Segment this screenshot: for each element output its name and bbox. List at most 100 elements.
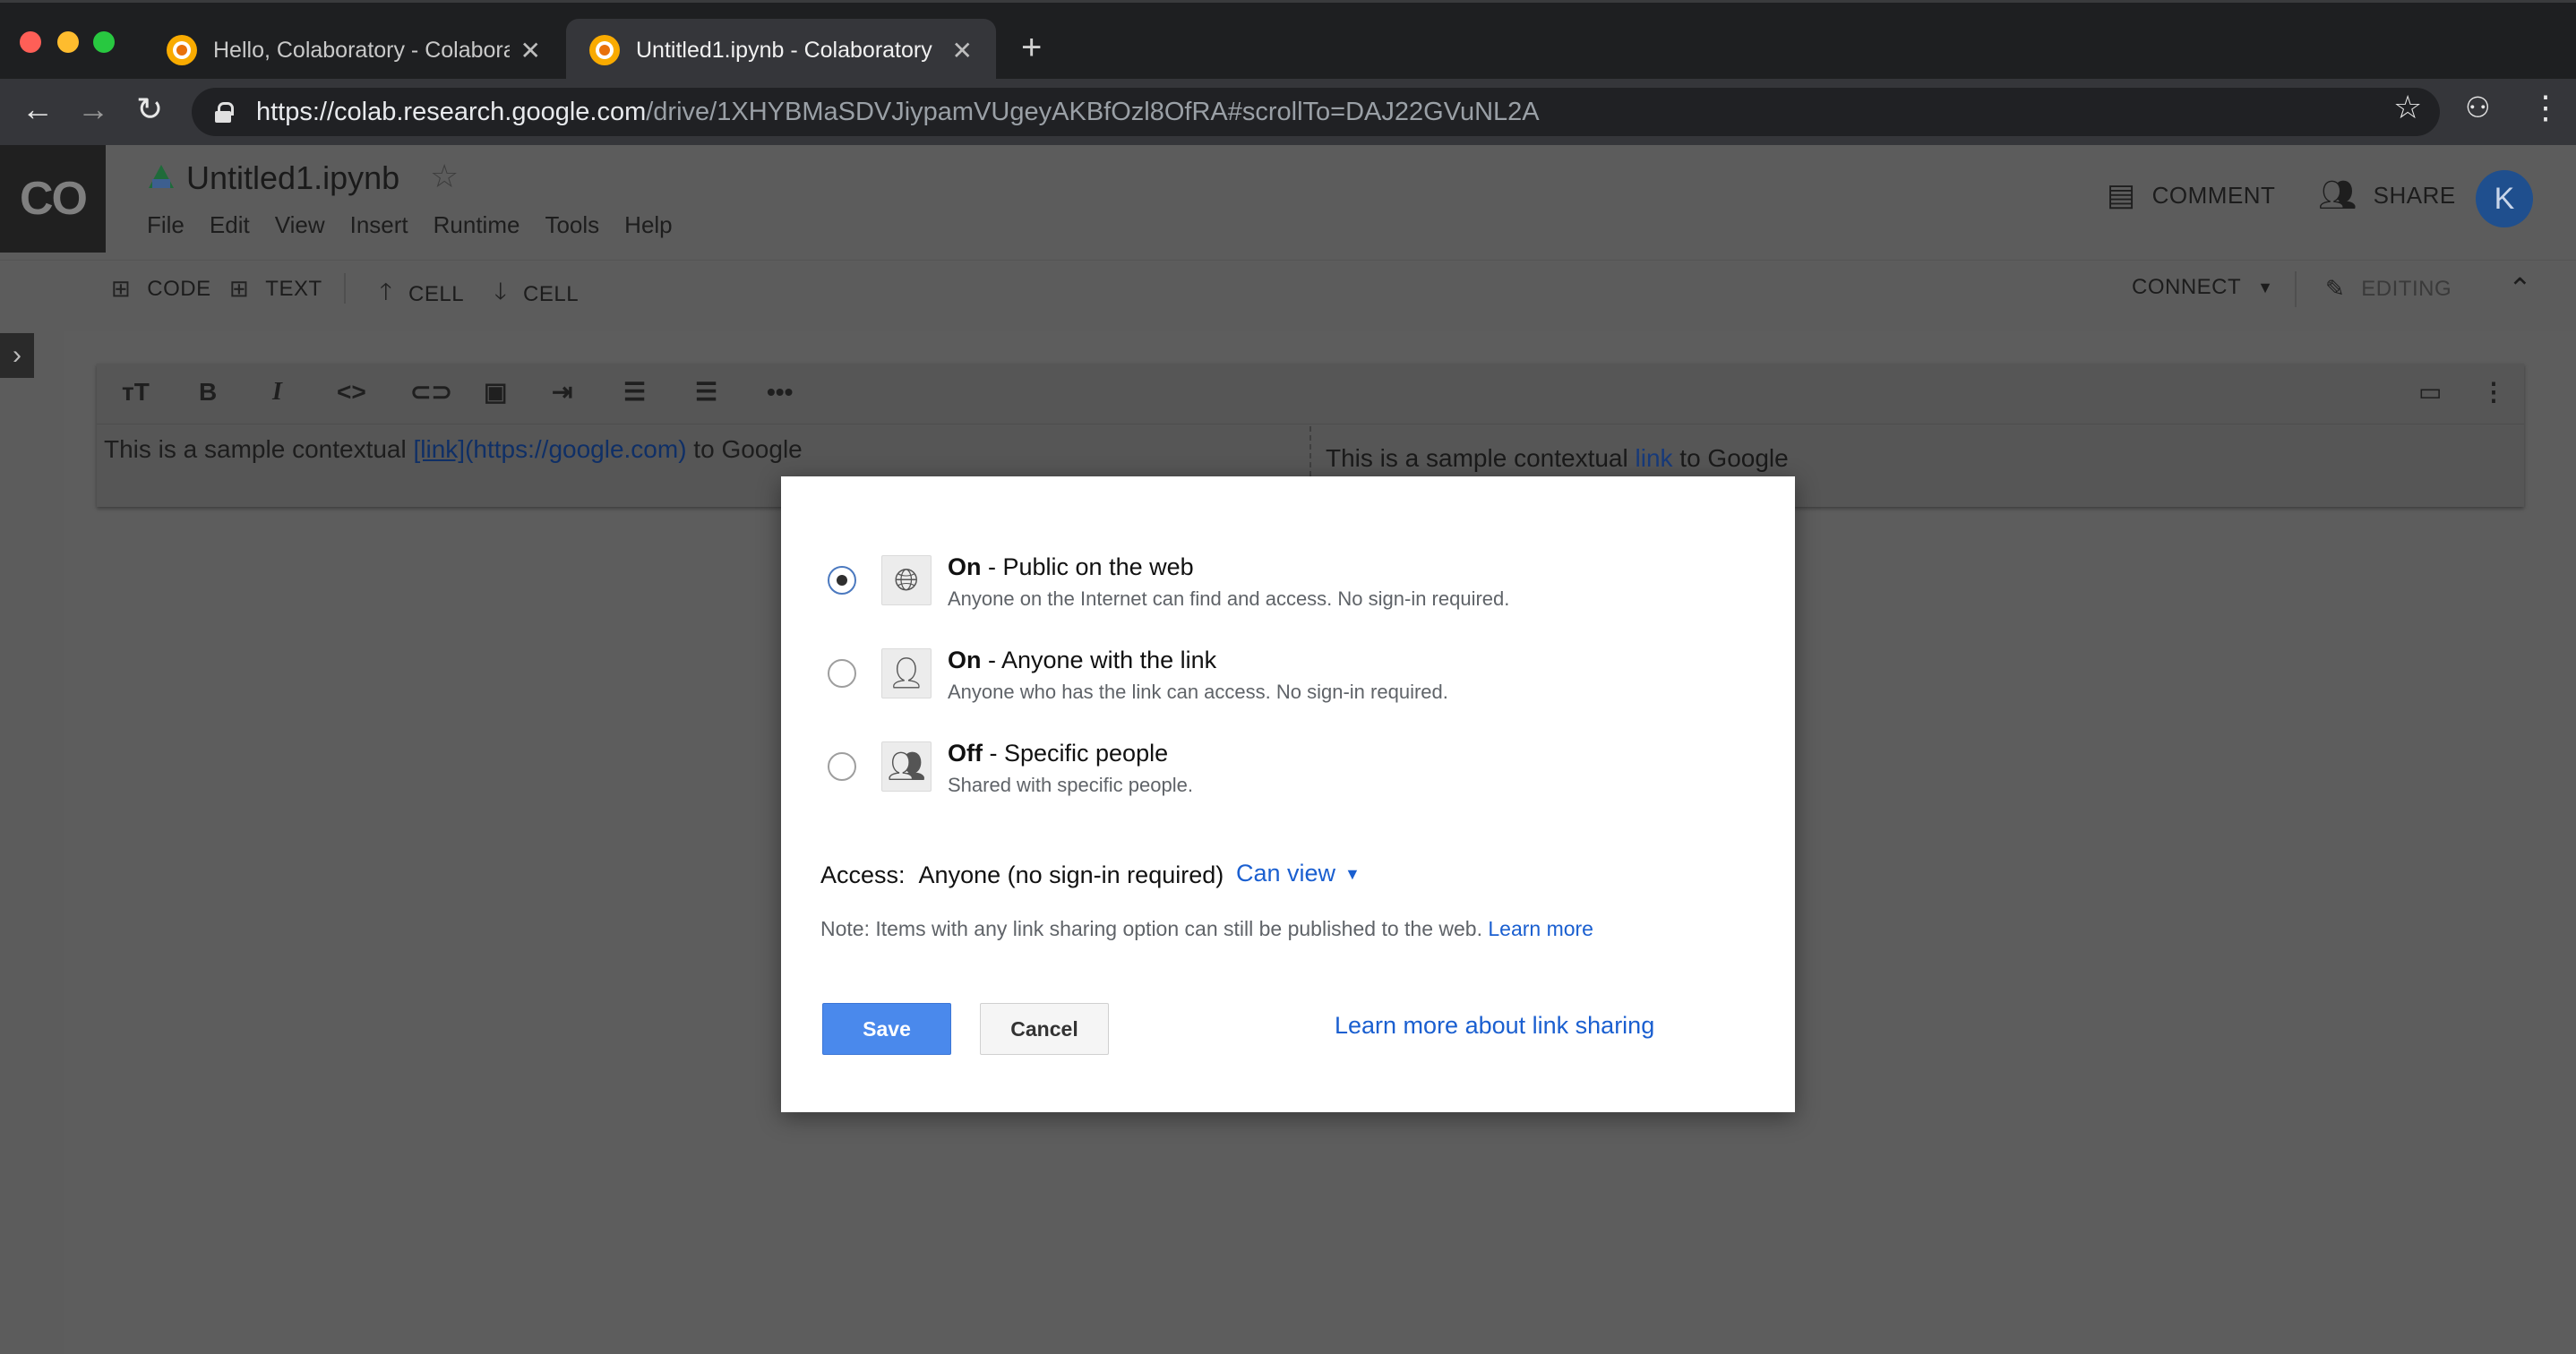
menu-insert[interactable]: Insert [350, 211, 408, 239]
editing-label: EDITING [2361, 276, 2452, 301]
person-link-icon: 👤︎ [881, 648, 932, 698]
move-cell-down-button[interactable]: 🡓 CELL [494, 275, 579, 314]
address-bar: ← → ↻ https://colab.research.google.com/… [0, 79, 2576, 145]
access-row: Access: Anyone (no sign-in required) [820, 861, 1224, 889]
arrow-down-icon: 🡓 [494, 278, 508, 304]
sidebar-toggle-chevron-icon[interactable]: › [0, 333, 34, 378]
text-size-icon[interactable]: тТ [122, 380, 150, 405]
image-icon[interactable]: ▣ [484, 380, 507, 405]
connect-label: CONNECT [2132, 275, 2242, 299]
toolbar-divider [344, 273, 346, 304]
add-box-icon: ⊞ [229, 275, 250, 302]
share-label: SHARE [2373, 181, 2456, 209]
forward-arrow-icon[interactable]: → [77, 93, 109, 125]
cell-up-label: CELL [408, 282, 465, 306]
lock-icon[interactable] [215, 102, 234, 123]
chevron-down-icon: ▼ [2257, 278, 2274, 296]
text-label: TEXT [265, 276, 322, 301]
option-specific-people[interactable]: 👥︎ Off - Specific people Shared with spe… [781, 733, 1795, 813]
move-cell-up-button[interactable]: 🡑 CELL [380, 275, 464, 314]
comment-label: COMMENT [2151, 181, 2276, 209]
option-description: Shared with specific people. [948, 774, 1193, 796]
menu-help[interactable]: Help [624, 211, 672, 239]
minimize-window-button[interactable] [57, 31, 79, 53]
menu-tools[interactable]: Tools [545, 211, 599, 239]
browser-tab-bar: Hello, Colaboratory - Colabora ✕ Untitle… [0, 0, 2576, 81]
share-button[interactable]: 👥︎ SHARE [2318, 177, 2456, 213]
learn-more-link-sharing[interactable]: Learn more about link sharing [1335, 1012, 1654, 1040]
bulleted-list-icon[interactable]: ☰ [695, 380, 717, 405]
permission-dropdown[interactable]: Can view ▼ [1236, 860, 1361, 887]
preview-link[interactable]: link [1636, 444, 1673, 472]
option-title: Off - Specific people [948, 740, 1169, 767]
notebook-title[interactable]: Untitled1.ipynb [186, 159, 399, 197]
cell-down-label: CELL [523, 282, 580, 306]
reload-icon[interactable]: ↻ [136, 93, 163, 125]
numbered-list-icon[interactable]: ☰ [623, 380, 646, 405]
bookmark-star-icon[interactable]: ☆ [2393, 91, 2422, 124]
url-text: https://colab.research.google.com/drive/… [256, 97, 1540, 126]
add-code-button[interactable]: ⊞ CODE [111, 275, 211, 303]
caret-down-icon: ▼ [1344, 865, 1361, 884]
people-icon: 👥︎ [881, 741, 932, 792]
toolbar-divider [2295, 271, 2297, 307]
link-sharing-dialog: 🌐︎ On - Public on the web Anyone on the … [781, 476, 1795, 1112]
markdown-preview: This is a sample contextual link to Goog… [1326, 444, 1789, 472]
menu-bar: File Edit View Insert Runtime Tools Help [147, 211, 698, 239]
option-title: On - Anyone with the link [948, 647, 1217, 673]
avatar[interactable]: K [2476, 170, 2533, 227]
horizontal-rule-icon[interactable]: ••• [767, 380, 793, 405]
menu-file[interactable]: File [147, 211, 185, 239]
link-icon[interactable]: ⊂⊃ [410, 380, 452, 405]
option-anyone-with-link[interactable]: 👤︎ On - Anyone with the link Anyone who … [781, 639, 1795, 720]
option-public-on-web[interactable]: 🌐︎ On - Public on the web Anyone on the … [781, 546, 1795, 627]
bold-icon[interactable]: B [199, 380, 217, 405]
close-tab-icon[interactable]: ✕ [952, 36, 973, 65]
cancel-button[interactable]: Cancel [980, 1003, 1109, 1055]
close-tab-icon[interactable]: ✕ [520, 36, 541, 65]
publish-note: Note: Items with any link sharing option… [820, 917, 1593, 940]
toggle-preview-icon[interactable]: ▭ [2418, 380, 2442, 405]
learn-more-link[interactable]: Learn more [1488, 917, 1593, 940]
browser-menu-icon[interactable]: ⋮ [2529, 91, 2562, 124]
radio-specific-people[interactable] [828, 752, 856, 781]
radio-public-on-web[interactable] [828, 566, 856, 595]
close-window-button[interactable] [20, 31, 41, 53]
editing-mode-button[interactable]: ✎ EDITING [2325, 275, 2451, 303]
menu-runtime[interactable]: Runtime [434, 211, 520, 239]
comment-button[interactable]: ▤ COMMENT [2107, 177, 2275, 213]
access-label: Access: [820, 861, 906, 888]
code-icon[interactable]: <> [337, 380, 366, 405]
star-icon[interactable]: ☆ [430, 158, 459, 195]
colab-logo[interactable]: CO [0, 145, 106, 253]
plus-icon[interactable]: + [1021, 30, 1042, 65]
option-title: On - Public on the web [948, 553, 1194, 580]
url-field[interactable]: https://colab.research.google.com/drive/… [192, 88, 2440, 136]
save-button[interactable]: Save [822, 1003, 951, 1055]
connect-button[interactable]: CONNECT ▼ [2132, 275, 2274, 300]
radio-anyone-with-link[interactable] [828, 659, 856, 688]
arrow-up-icon: 🡑 [380, 278, 393, 304]
italic-icon[interactable]: I [272, 380, 282, 405]
tab-title: Untitled1.ipynb - Colaboratory [636, 37, 932, 63]
cell-more-icon[interactable]: ⋮ [2481, 380, 2506, 405]
browser-tab-untitled1[interactable]: Untitled1.ipynb - Colaboratory ✕ [566, 19, 996, 81]
pencil-icon: ✎ [2325, 275, 2346, 302]
notebook-toolbar: ⊞ CODE ⊞ TEXT 🡑 CELL 🡓 CELL CONNECT ▼ ✎ … [0, 260, 2576, 315]
back-arrow-icon[interactable]: ← [21, 93, 54, 125]
google-drive-icon [149, 165, 174, 188]
maximize-window-button[interactable] [93, 31, 115, 53]
extension-icon[interactable]: ⚇ [2465, 93, 2491, 122]
option-description: Anyone who has the link can access. No s… [948, 681, 1448, 703]
browser-tab-hello-colab[interactable]: Hello, Colaboratory - Colabora ✕ [143, 19, 564, 81]
colab-favicon-icon [589, 35, 620, 65]
chevron-up-icon[interactable]: ⌃ [2508, 271, 2532, 305]
markdown-editor[interactable]: This is a sample contextual [link](https… [104, 435, 803, 464]
menu-view[interactable]: View [275, 211, 325, 239]
add-text-button[interactable]: ⊞ TEXT [229, 275, 322, 303]
add-box-icon: ⊞ [111, 275, 132, 302]
menu-edit[interactable]: Edit [210, 211, 250, 239]
indent-icon[interactable]: ⇥ [552, 380, 572, 405]
people-icon: 👥︎ [2318, 178, 2357, 212]
text-cell-toolbar: тТ B I <> ⊂⊃ ▣ ⇥ ☰ ☰ ••• ▭ ⋮ [97, 364, 2524, 424]
